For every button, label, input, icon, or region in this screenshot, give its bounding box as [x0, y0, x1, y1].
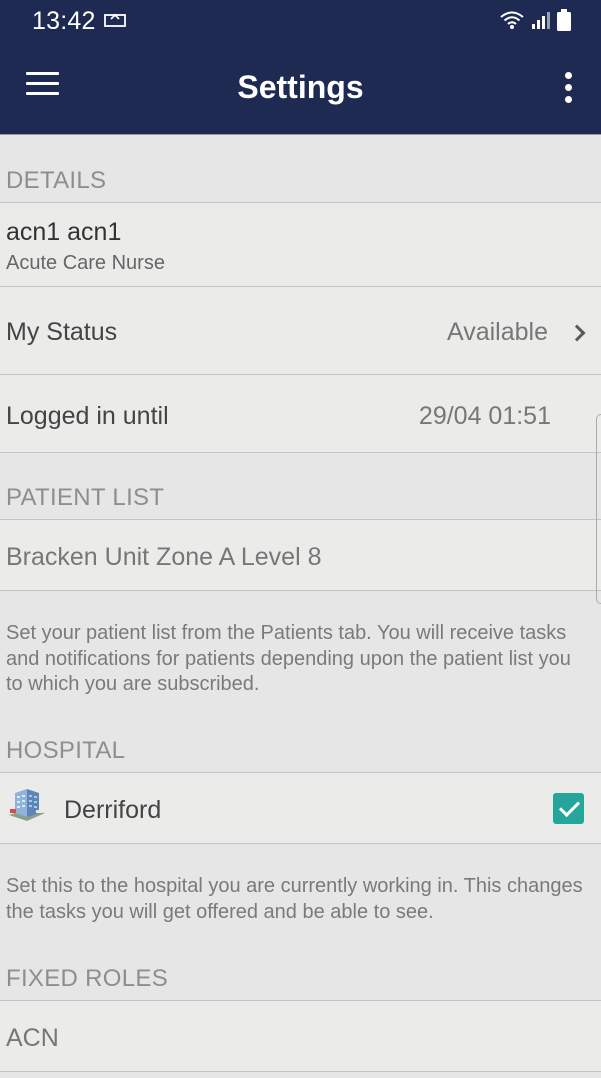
system-icons	[499, 9, 571, 31]
battery-icon	[557, 9, 571, 31]
user-details-row: acn1 acn1 Acute Care Nurse	[0, 203, 601, 286]
divider	[0, 590, 601, 591]
section-header-details: DETAILS	[6, 167, 107, 194]
wifi-icon	[500, 11, 524, 29]
chevron-right-icon	[568, 324, 586, 342]
my-status-row[interactable]: My Status Available	[0, 287, 601, 374]
status-label: My Status	[6, 318, 118, 346]
status-bar: 13:42	[0, 0, 601, 40]
patient-list-row[interactable]: Bracken Unit Zone A Level 8	[0, 520, 601, 590]
hospital-row[interactable]: Derriford	[0, 773, 601, 843]
divider	[0, 1071, 601, 1072]
logged-in-row: Logged in until 29/04 01:51	[0, 375, 601, 452]
page-title: Settings	[237, 69, 364, 105]
user-name: acn1 acn1	[6, 218, 122, 246]
divider	[0, 452, 601, 453]
section-header-hospital: HOSPITAL	[6, 737, 126, 764]
patient-list-help-text: Set your patient list from the Patients …	[6, 622, 571, 695]
logged-in-label: Logged in until	[6, 402, 169, 430]
user-role: Acute Care Nurse	[6, 252, 165, 274]
hospital-building-icon	[9, 789, 45, 821]
status-time: 13:42	[32, 7, 96, 35]
fixed-role-item: ACN	[6, 1024, 59, 1052]
divider	[0, 843, 601, 844]
patient-list-value: Bracken Unit Zone A Level 8	[6, 543, 322, 571]
hospital-help-text: Set this to the hospital you are current…	[6, 875, 583, 923]
hospital-checkbox[interactable]	[553, 793, 584, 824]
signal-icon	[532, 12, 550, 29]
divider	[0, 134, 601, 135]
fixed-role-row: ACN	[0, 1001, 601, 1071]
more-vertical-icon[interactable]	[561, 72, 577, 104]
section-header-fixed-roles: FIXED ROLES	[6, 965, 169, 992]
logged-in-value: 29/04 01:51	[418, 402, 551, 430]
hospital-name: Derriford	[64, 796, 162, 824]
app-bar: Settings	[0, 40, 601, 134]
section-header-patient-list: PATIENT LIST	[6, 484, 165, 511]
status-value: Available	[446, 318, 548, 346]
scrollbar-thumb[interactable]	[596, 414, 601, 604]
notification-icon	[104, 13, 126, 27]
